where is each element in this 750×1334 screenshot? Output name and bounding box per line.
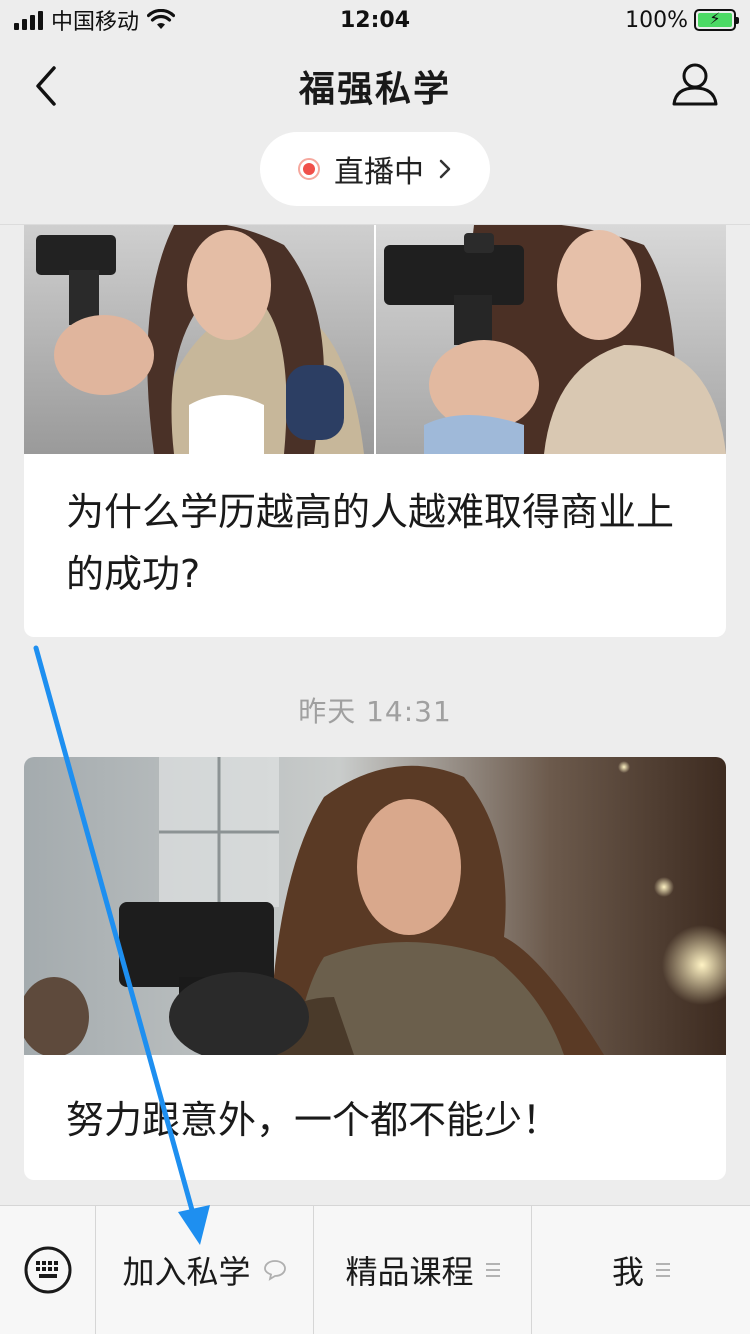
article-title: 为什么学历越高的人越难取得商业上的成功? xyxy=(66,490,675,596)
keyboard-icon xyxy=(24,1246,71,1294)
battery-icon: ⚡ xyxy=(694,9,739,31)
chevron-right-icon xyxy=(439,159,451,179)
page-title: 福强私学 xyxy=(298,69,451,110)
menu-item-join[interactable]: 加入私学 xyxy=(96,1206,314,1334)
menu-item-label: 精品课程 xyxy=(345,1253,474,1291)
article-card[interactable]: 努力跟意外，一个都不能少！ xyxy=(24,757,726,1180)
nav-bar: 福强私学 xyxy=(0,40,750,132)
menu-item-courses[interactable]: 精品课程 xyxy=(314,1206,532,1334)
carrier-name: 中国移动 xyxy=(51,10,140,35)
menu-lines-icon xyxy=(485,1263,500,1277)
status-right: 100% ⚡ xyxy=(625,7,739,33)
status-left: 中国移动 xyxy=(14,4,176,36)
status-bar: 中国移动 12:04 100% ⚡ xyxy=(0,0,750,40)
menu-lines-icon xyxy=(656,1263,670,1277)
back-icon[interactable] xyxy=(28,62,68,110)
keyboard-toggle-button[interactable] xyxy=(0,1206,96,1334)
wifi-icon xyxy=(147,9,176,29)
live-label: 直播中 xyxy=(334,155,424,190)
chat-bubble-icon xyxy=(263,1260,286,1281)
battery-percent: 100% xyxy=(625,7,688,33)
article-cover-image xyxy=(24,757,726,1055)
article-title: 努力跟意外，一个都不能少！ xyxy=(66,1098,561,1142)
menu-item-label: 加入私学 xyxy=(122,1253,251,1291)
message-timestamp: 昨天 14:31 xyxy=(298,695,452,728)
article-cover-image xyxy=(24,225,726,454)
cellular-signal-icon xyxy=(14,10,43,30)
menu-item-me[interactable]: 我 xyxy=(532,1206,750,1334)
live-status-button[interactable]: 直播中 xyxy=(260,132,490,206)
live-dot-icon xyxy=(298,158,320,180)
menu-item-label: 我 xyxy=(611,1253,644,1291)
user-profile-icon[interactable] xyxy=(670,60,720,110)
bottom-menu-bar: 加入私学 精品课程 我 xyxy=(0,1205,750,1334)
article-card[interactable]: 为什么学历越高的人越难取得商业上的成功? xyxy=(24,225,726,637)
